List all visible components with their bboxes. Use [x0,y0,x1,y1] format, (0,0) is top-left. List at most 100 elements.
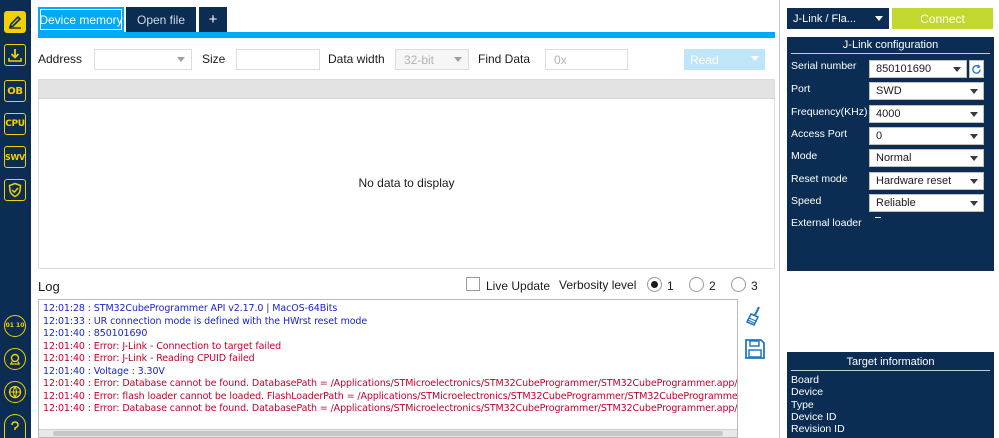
address-label: Address [38,52,83,66]
log-horizontal-scrollbar[interactable] [39,429,737,437]
tab-add-button[interactable]: + [199,7,227,32]
tab-device-memory[interactable]: Device memory [38,7,124,32]
chevron-down-icon [875,16,883,21]
erase-programming-button[interactable] [4,44,26,66]
binary-button[interactable]: 01 10 [4,315,26,337]
pencil-icon [8,15,22,29]
log-line: 12:01:40 : Error: J-Link - Connection to… [43,340,282,352]
find-data-placeholder: 0x [554,52,567,67]
read-button-label: Read [690,52,719,67]
verbosity-radio-3[interactable] [731,277,746,292]
access-port-value: 0 [876,130,883,142]
frequency-value: 4000 [876,108,901,120]
scrollbar-thumb[interactable] [53,431,723,436]
memory-editing-button[interactable] [4,11,26,33]
shield-icon [8,182,22,198]
speed-select[interactable]: Reliable [869,194,984,212]
reset-mode-value: Hardware reset [876,175,952,187]
jlink-configuration-title: J-Link configuration [791,39,990,54]
access-port-select[interactable]: 0 [869,127,984,145]
help-button[interactable] [4,414,26,438]
cpu-button[interactable]: CPU [4,113,26,135]
log-line: 12:01:40 : Voltage : 3.30V [43,365,165,377]
target-information-title: Target information [791,356,990,371]
find-data-label: Find Data [478,52,531,66]
data-width-select[interactable]: 32-bit [395,49,469,70]
download-icon [8,49,22,62]
refresh-icon [972,63,981,74]
ob-icon: OB [7,85,23,97]
serial-number-select[interactable]: 850101690 [869,60,967,78]
chevron-down-icon [970,201,978,206]
frequency-select[interactable]: 4000 [869,105,984,123]
verbosity-label: Verbosity level [559,278,637,292]
log-output[interactable]: 12:01:28 : STM32CubeProgrammer API v2.17… [38,299,738,438]
probe-type-select[interactable]: J-Link / Fla... [787,8,889,29]
mode-label: Mode [791,150,818,162]
device-id-label: Device ID [791,411,837,423]
settings-chip-icon [10,353,20,365]
size-input[interactable] [236,49,320,70]
mode-value: Normal [876,152,912,164]
log-title: Log [38,279,60,294]
live-update-checkbox[interactable] [466,277,480,291]
chevron-down-icon [970,156,978,161]
verbosity-radio-3-label: 3 [751,279,758,293]
log-line: 12:01:40 : Error: J-Link - Reading CPUID… [43,353,255,364]
swv-icon: SWV [5,152,25,162]
help-icon [11,420,19,430]
port-value: SWD [876,85,902,97]
address-combobox[interactable] [94,49,192,70]
port-label: Port [791,83,811,95]
external-loader-value [875,217,881,218]
verbosity-radio-1-label: 1 [667,279,674,293]
log-line: 12:01:33 : UR connection mode is defined… [43,315,368,327]
security-button[interactable] [4,179,26,201]
serial-number-value: 850101690 [876,63,932,75]
frequency-label: Frequency(KHz) [791,106,868,118]
verbosity-radio-1[interactable] [647,277,662,292]
chevron-down-icon [953,67,961,72]
save-log-icon[interactable] [744,338,766,360]
swv-button[interactable]: SWV [4,146,26,168]
serial-number-label: Serial number [791,60,857,72]
speed-label: Speed [791,195,822,207]
chevron-down-icon [454,57,462,62]
tab-open-file[interactable]: Open file [126,7,196,32]
external-loader-label: External loader [791,217,862,229]
size-label: Size [202,52,226,66]
globe-button[interactable] [4,381,26,403]
log-line: 12:01:40 : 850101690 [43,328,148,339]
revision-id-label: Revision ID [791,423,845,435]
board-label: Board [791,374,820,386]
live-update-label: Live Update [486,279,551,293]
chevron-down-icon [177,57,185,62]
chevron-down-icon [970,89,978,94]
chevron-down-icon [970,112,978,117]
refresh-serial-button[interactable] [969,60,984,78]
left-toolbar: OB CPU SWV 01 10 [0,0,31,438]
reset-mode-select[interactable]: Hardware reset [869,172,984,190]
clear-log-broom-icon[interactable] [744,305,766,327]
table-header [39,80,774,99]
verbosity-radio-2[interactable] [689,277,704,292]
globe-icon [8,385,22,399]
port-select[interactable]: SWD [869,82,984,100]
log-line: 12:01:40 : Error: Database cannot be fou… [43,378,738,389]
speed-value: Reliable [876,197,916,209]
find-data-input[interactable]: 0x [545,49,628,70]
device-label: Device [791,386,824,398]
read-button[interactable]: Read [684,49,765,70]
cpu-icon: CPU [5,119,25,129]
panel-divider [779,0,780,438]
jlink-configuration-panel: J-Link configuration Serial number 85010… [787,37,994,271]
reset-mode-label: Reset mode [791,173,848,185]
data-width-value: 32-bit [404,52,435,67]
chevron-down-icon [751,56,759,61]
option-bytes-button[interactable]: OB [4,80,26,102]
data-width-label: Data width [328,52,385,66]
connect-button[interactable]: Connect [892,8,993,29]
access-port-label: Access Port [791,128,848,140]
settings-button[interactable] [4,348,26,370]
mode-select[interactable]: Normal [869,149,984,167]
